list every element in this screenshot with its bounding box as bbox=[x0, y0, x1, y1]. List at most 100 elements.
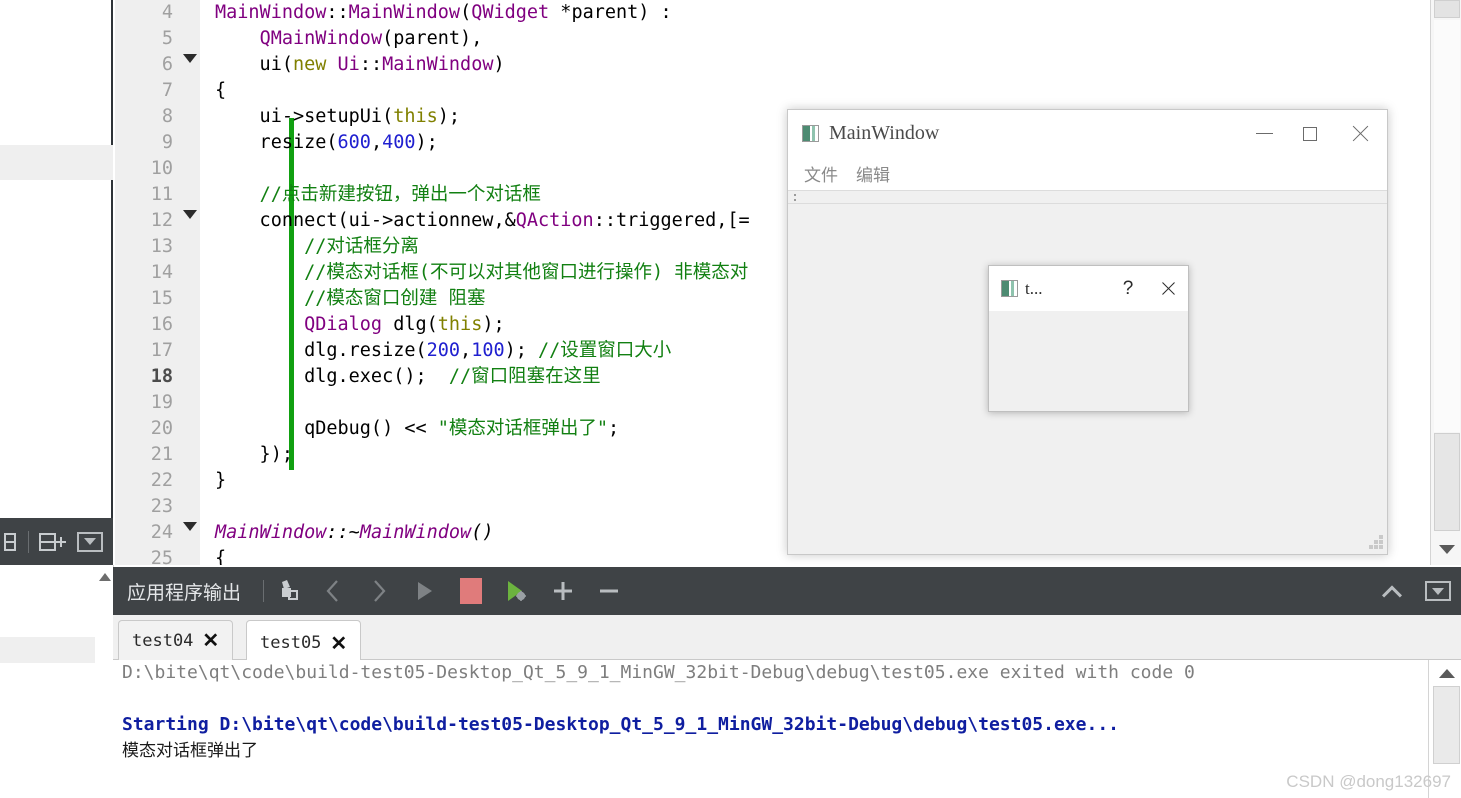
sidebar-lower-band bbox=[0, 637, 95, 663]
code-text: dlg.exec(); //窗口阻塞在这里 bbox=[215, 366, 601, 387]
app-menubar[interactable]: 文件 编辑 bbox=[788, 157, 1387, 190]
console-left-scrollbar[interactable] bbox=[95, 565, 114, 667]
clear-output-icon[interactable] bbox=[264, 567, 310, 615]
toolbar-separator bbox=[28, 530, 29, 553]
output-pane-toolbar: 应用程序输出 bbox=[113, 567, 1461, 615]
code-text: }); bbox=[215, 444, 293, 465]
code-text: QDialog dlg(this); bbox=[304, 314, 505, 335]
line-number: 5 bbox=[161, 28, 173, 49]
tab-test04[interactable]: test04 ✕ bbox=[118, 620, 234, 660]
code-line: 5 QMainWindow(parent), bbox=[115, 26, 1430, 52]
dialog-body bbox=[989, 311, 1188, 411]
code-text: ui->setupUi(this); bbox=[215, 106, 461, 127]
output-pane-title: 应用程序输出 bbox=[127, 582, 242, 604]
app-window-titlebar[interactable]: MainWindow bbox=[788, 110, 1387, 157]
pane-menu-icon[interactable] bbox=[1415, 567, 1461, 615]
resize-grip-icon[interactable] bbox=[1369, 535, 1383, 549]
line-number: 12 bbox=[150, 210, 173, 231]
line-number: 25 bbox=[150, 548, 173, 565]
code-text: //对话框分离 bbox=[304, 236, 419, 257]
stop-icon[interactable] bbox=[448, 567, 494, 615]
console-line: D:\bite\qt\code\build-test05-Desktop_Qt_… bbox=[122, 662, 1195, 683]
console-scrollbar-thumb[interactable] bbox=[1433, 686, 1460, 764]
tab-label: test05 bbox=[260, 633, 322, 653]
line-number: 24 bbox=[150, 522, 173, 543]
scrollbar-overview-block[interactable] bbox=[1434, 0, 1460, 18]
scroll-down-arrow-icon[interactable] bbox=[1434, 535, 1460, 563]
line-number: 19 bbox=[150, 392, 173, 413]
tab-close-icon[interactable]: ✕ bbox=[330, 631, 347, 656]
line-number: 4 bbox=[161, 2, 173, 23]
split-icon[interactable] bbox=[2, 532, 18, 551]
left-editor-toolbar bbox=[0, 518, 113, 565]
maximize-pane-icon[interactable] bbox=[1369, 567, 1415, 615]
line-number: 22 bbox=[150, 470, 173, 491]
code-text: //点击新建按钮，弹出一个对话框 bbox=[259, 184, 541, 205]
scrollbar-thumb[interactable] bbox=[1434, 433, 1460, 531]
line-number: 10 bbox=[150, 158, 173, 179]
fold-collapse-icon[interactable] bbox=[183, 210, 197, 219]
dialog-help-button[interactable]: ? bbox=[1108, 278, 1148, 300]
maximize-button[interactable] bbox=[1287, 110, 1333, 157]
line-number: 21 bbox=[150, 444, 173, 465]
scroll-up-arrow-icon[interactable] bbox=[1433, 662, 1460, 684]
view-menu-icon[interactable] bbox=[77, 531, 103, 552]
pane-right-controls bbox=[1369, 567, 1461, 615]
line-number: 6 bbox=[161, 54, 173, 75]
debug-run-icon[interactable] bbox=[494, 567, 540, 615]
code-text: MainWindow::MainWindow(QWidget *parent) … bbox=[215, 2, 672, 23]
dialog-titlebar[interactable]: t... ? bbox=[989, 266, 1188, 311]
split-add-icon[interactable] bbox=[39, 532, 67, 552]
code-text: ui(new Ui::MainWindow) bbox=[215, 54, 505, 75]
scrollbar-track[interactable] bbox=[1434, 20, 1460, 432]
next-item-icon[interactable] bbox=[356, 567, 402, 615]
qt-dialog-icon bbox=[1001, 280, 1018, 297]
code-text: { bbox=[215, 80, 227, 101]
tab-test05[interactable]: test05 ✕ bbox=[246, 620, 362, 665]
fold-collapse-icon[interactable] bbox=[183, 54, 197, 63]
console-line: 模态对话框弹出了 bbox=[122, 741, 258, 761]
tab-label: test04 bbox=[132, 630, 194, 651]
line-number: 11 bbox=[150, 184, 173, 205]
modal-dialog[interactable]: t... ? bbox=[988, 265, 1189, 412]
qt-app-icon bbox=[802, 125, 819, 142]
line-number: 9 bbox=[161, 132, 173, 153]
code-text: //模态对话框(不可以对其他窗口进行操作) 非模态对 bbox=[304, 262, 749, 283]
line-number: 14 bbox=[150, 262, 173, 283]
code-line: 6 ui(new Ui::MainWindow) bbox=[115, 52, 1430, 78]
line-number: 16 bbox=[150, 314, 173, 335]
left-sidebar-lower bbox=[0, 565, 95, 667]
dialog-title: t... bbox=[1025, 278, 1043, 298]
minimize-button[interactable] bbox=[1241, 110, 1287, 157]
fold-collapse-icon[interactable] bbox=[183, 522, 197, 531]
line-number: 8 bbox=[161, 106, 173, 127]
menu-item-file[interactable]: 文件 bbox=[798, 159, 844, 188]
code-text: qDebug() << "模态对话框弹出了"; bbox=[215, 418, 620, 439]
prev-item-icon[interactable] bbox=[310, 567, 356, 615]
code-text: QMainWindow(parent), bbox=[259, 28, 483, 49]
output-tabs: test04 ✕ test05 ✕ bbox=[113, 615, 1461, 665]
menu-item-edit[interactable]: 编辑 bbox=[850, 159, 896, 188]
code-text: MainWindow::~MainWindow() bbox=[215, 522, 494, 543]
line-number: 15 bbox=[150, 288, 173, 309]
zoom-in-icon[interactable] bbox=[540, 567, 586, 615]
zoom-out-icon[interactable] bbox=[586, 567, 632, 615]
tab-close-icon[interactable]: ✕ bbox=[202, 628, 219, 653]
dialog-close-button[interactable] bbox=[1148, 280, 1188, 297]
line-number: 17 bbox=[150, 340, 173, 361]
screen-root: 4 MainWindow::MainWindow(QWidget *parent)… bbox=[0, 0, 1461, 798]
code-text: //模态窗口创建 阻塞 bbox=[304, 288, 486, 309]
editor-vertical-scrollbar[interactable] bbox=[1430, 0, 1461, 565]
code-text: connect(ui->actionnew,&QAction::triggere… bbox=[215, 210, 750, 231]
console-output[interactable]: D:\bite\qt\code\build-test05-Desktop_Qt_… bbox=[113, 660, 1425, 798]
window-controls bbox=[1241, 110, 1387, 157]
scroll-up-arrow-icon[interactable] bbox=[96, 567, 113, 587]
watermark: CSDN @dong132697 bbox=[1286, 772, 1451, 791]
code-text: { bbox=[215, 548, 227, 565]
code-text: resize(600,400); bbox=[215, 132, 438, 153]
close-button[interactable] bbox=[1333, 110, 1387, 157]
sidebar-highlight-band bbox=[0, 145, 113, 180]
app-window-title: MainWindow bbox=[829, 122, 940, 144]
run-icon[interactable] bbox=[402, 567, 448, 615]
